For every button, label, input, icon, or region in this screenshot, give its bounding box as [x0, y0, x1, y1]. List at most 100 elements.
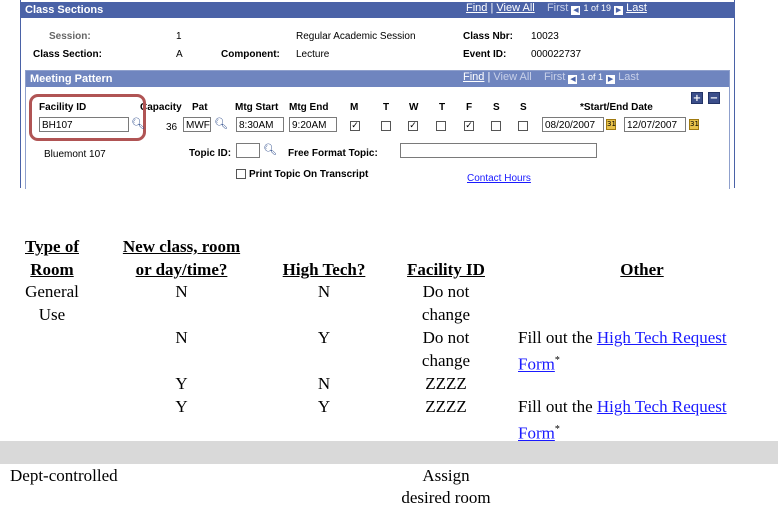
end-date-input[interactable]: 12/07/2007 — [624, 117, 686, 132]
start-date-calendar-icon[interactable]: 31 — [606, 119, 616, 130]
day-s2-header: S — [520, 102, 527, 113]
last-link[interactable]: Last — [626, 2, 647, 14]
start-date-input[interactable]: 08/20/2007 — [542, 117, 604, 132]
print-topic-label: Print Topic On Transcript — [249, 169, 369, 180]
day-s1-header: S — [493, 102, 500, 113]
separator-band — [0, 441, 778, 464]
row4-other-prefix: Fill out the — [518, 397, 593, 416]
class-section-value: A — [176, 49, 183, 60]
day-m-header: M — [350, 102, 359, 113]
session-desc: Regular Academic Session — [296, 31, 416, 42]
topic-lookup-icon[interactable]: 🔍︎ — [263, 143, 277, 156]
facility-lookup-icon[interactable]: 🔍︎ — [131, 117, 145, 130]
prev-arrow-icon[interactable]: ◀ — [571, 6, 581, 15]
next-arrow-icon[interactable]: ▶ — [614, 6, 624, 15]
row4-footnote-mark: * — [554, 424, 560, 435]
row2-new: N — [175, 328, 188, 347]
guidance-table: Type of Room New class, room or day/time… — [0, 233, 778, 509]
row2-footnote-mark: * — [554, 355, 560, 366]
day-t2-header: T — [439, 102, 446, 113]
row2-other-line1: Fill out the High Tech Request — [518, 326, 727, 349]
row4-other-line1: Fill out the High Tech Request — [518, 395, 727, 418]
free-format-topic-label: Free Format Topic: — [288, 148, 378, 159]
mp-page-counter: 1 of 1 — [580, 72, 603, 82]
meeting-pattern-nav: Find | View All First ◀ 1 of 1 ▶ Last — [463, 71, 639, 84]
mp-last-label[interactable]: Last — [618, 71, 639, 83]
header-high-tech: High Tech? — [282, 260, 366, 279]
topic-id-label: Topic ID: — [189, 148, 232, 159]
row1-type-line2: Use — [38, 305, 66, 324]
class-nbr-label: Class Nbr: — [463, 31, 514, 42]
dept-fac-line2: desired room — [401, 488, 491, 507]
contact-hours-link[interactable]: Contact Hours — [467, 173, 531, 184]
day-m-checkbox[interactable]: ✓ — [350, 121, 360, 131]
row4-high-tech: Y — [317, 397, 331, 416]
row4-form-link[interactable]: Form — [518, 424, 555, 443]
day-f-checkbox[interactable]: ✓ — [464, 121, 474, 131]
mp-view-all[interactable]: View All — [493, 71, 531, 83]
day-t1-checkbox[interactable] — [381, 121, 391, 131]
pat-lookup-icon[interactable]: 🔍︎ — [214, 117, 228, 130]
class-section-label: Class Section: — [33, 49, 102, 60]
free-format-topic-input[interactable] — [400, 143, 597, 158]
header-new-line2: or day/time? — [135, 260, 228, 279]
row2-high-tech-request-link[interactable]: High Tech Request — [597, 328, 727, 347]
row3-new: Y — [175, 374, 188, 393]
first-label[interactable]: First — [547, 2, 568, 14]
end-date-calendar-icon[interactable]: 31 — [689, 119, 699, 130]
meeting-pattern-header: Meeting Pattern Find | View All First ◀ … — [26, 71, 729, 87]
mtg-start-header: Mtg Start — [235, 102, 279, 113]
header-facility-id: Facility ID — [407, 260, 485, 279]
class-sections-header: Class Sections Find | View All First ◀ 1… — [21, 2, 734, 18]
mtg-start-input[interactable]: 8:30AM — [236, 117, 284, 132]
event-id-label: Event ID: — [463, 49, 507, 60]
header-new-line1: New class, room — [122, 237, 241, 256]
header-type-line1: Type of — [25, 237, 79, 256]
component-label: Component: — [221, 49, 280, 60]
remove-row-button[interactable]: − — [708, 92, 720, 104]
find-link[interactable]: Find — [466, 2, 487, 14]
row2-high-tech: Y — [317, 328, 331, 347]
print-topic-checkbox[interactable] — [236, 169, 246, 179]
row3-high-tech: N — [317, 374, 331, 393]
row1-fac-line2: change — [421, 305, 471, 324]
row2-fac-line1: Do not — [422, 328, 470, 347]
mp-find-link[interactable]: Find — [463, 71, 484, 83]
session-label: Session: — [49, 31, 91, 42]
row1-new: N — [175, 282, 188, 301]
start-end-date-header: *Start/End Date — [580, 102, 653, 113]
header-other: Other — [620, 260, 664, 279]
class-nbr-value: 10023 — [531, 31, 559, 42]
session-value: 1 — [176, 31, 182, 42]
row2-other-line2: Form* — [518, 349, 560, 376]
day-s2-checkbox[interactable] — [518, 121, 528, 131]
row4-high-tech-request-link[interactable]: High Tech Request — [597, 397, 727, 416]
mp-first-label[interactable]: First — [544, 71, 565, 83]
row2-form-link[interactable]: Form — [518, 355, 555, 374]
row2-fac-line2: change — [421, 351, 471, 370]
row4-fac: ZZZZ — [425, 397, 467, 416]
add-row-button[interactable]: + — [691, 92, 703, 104]
mp-prev-arrow-icon[interactable]: ◀ — [568, 75, 578, 84]
day-s1-checkbox[interactable] — [491, 121, 501, 131]
page-counter: 1 of 19 — [583, 3, 611, 13]
capacity-header: Capacity — [140, 102, 182, 113]
facility-id-input[interactable]: BH107 — [39, 117, 129, 132]
row2-other-prefix: Fill out the — [518, 328, 593, 347]
topic-id-input[interactable] — [236, 143, 260, 158]
pat-input[interactable]: MWF — [183, 117, 211, 132]
row4-new: Y — [175, 397, 188, 416]
mtg-end-input[interactable]: 9:20AM — [289, 117, 337, 132]
dept-fac-line1: Assign — [422, 466, 470, 485]
day-f-header: F — [466, 102, 473, 113]
screenshot-frame: Class Sections Find | View All First ◀ 1… — [20, 0, 735, 189]
day-t2-checkbox[interactable] — [436, 121, 446, 131]
view-all-link[interactable]: View All — [496, 2, 534, 14]
row3-fac: ZZZZ — [425, 374, 467, 393]
header-type-line2: Room — [30, 260, 74, 279]
class-sections-nav: Find | View All First ◀ 1 of 19 ▶ Last — [466, 2, 647, 15]
mtg-end-header: Mtg End — [289, 102, 329, 113]
capacity-value: 36 — [166, 122, 178, 133]
day-w-checkbox[interactable]: ✓ — [408, 121, 418, 131]
mp-next-arrow-icon[interactable]: ▶ — [606, 75, 616, 84]
